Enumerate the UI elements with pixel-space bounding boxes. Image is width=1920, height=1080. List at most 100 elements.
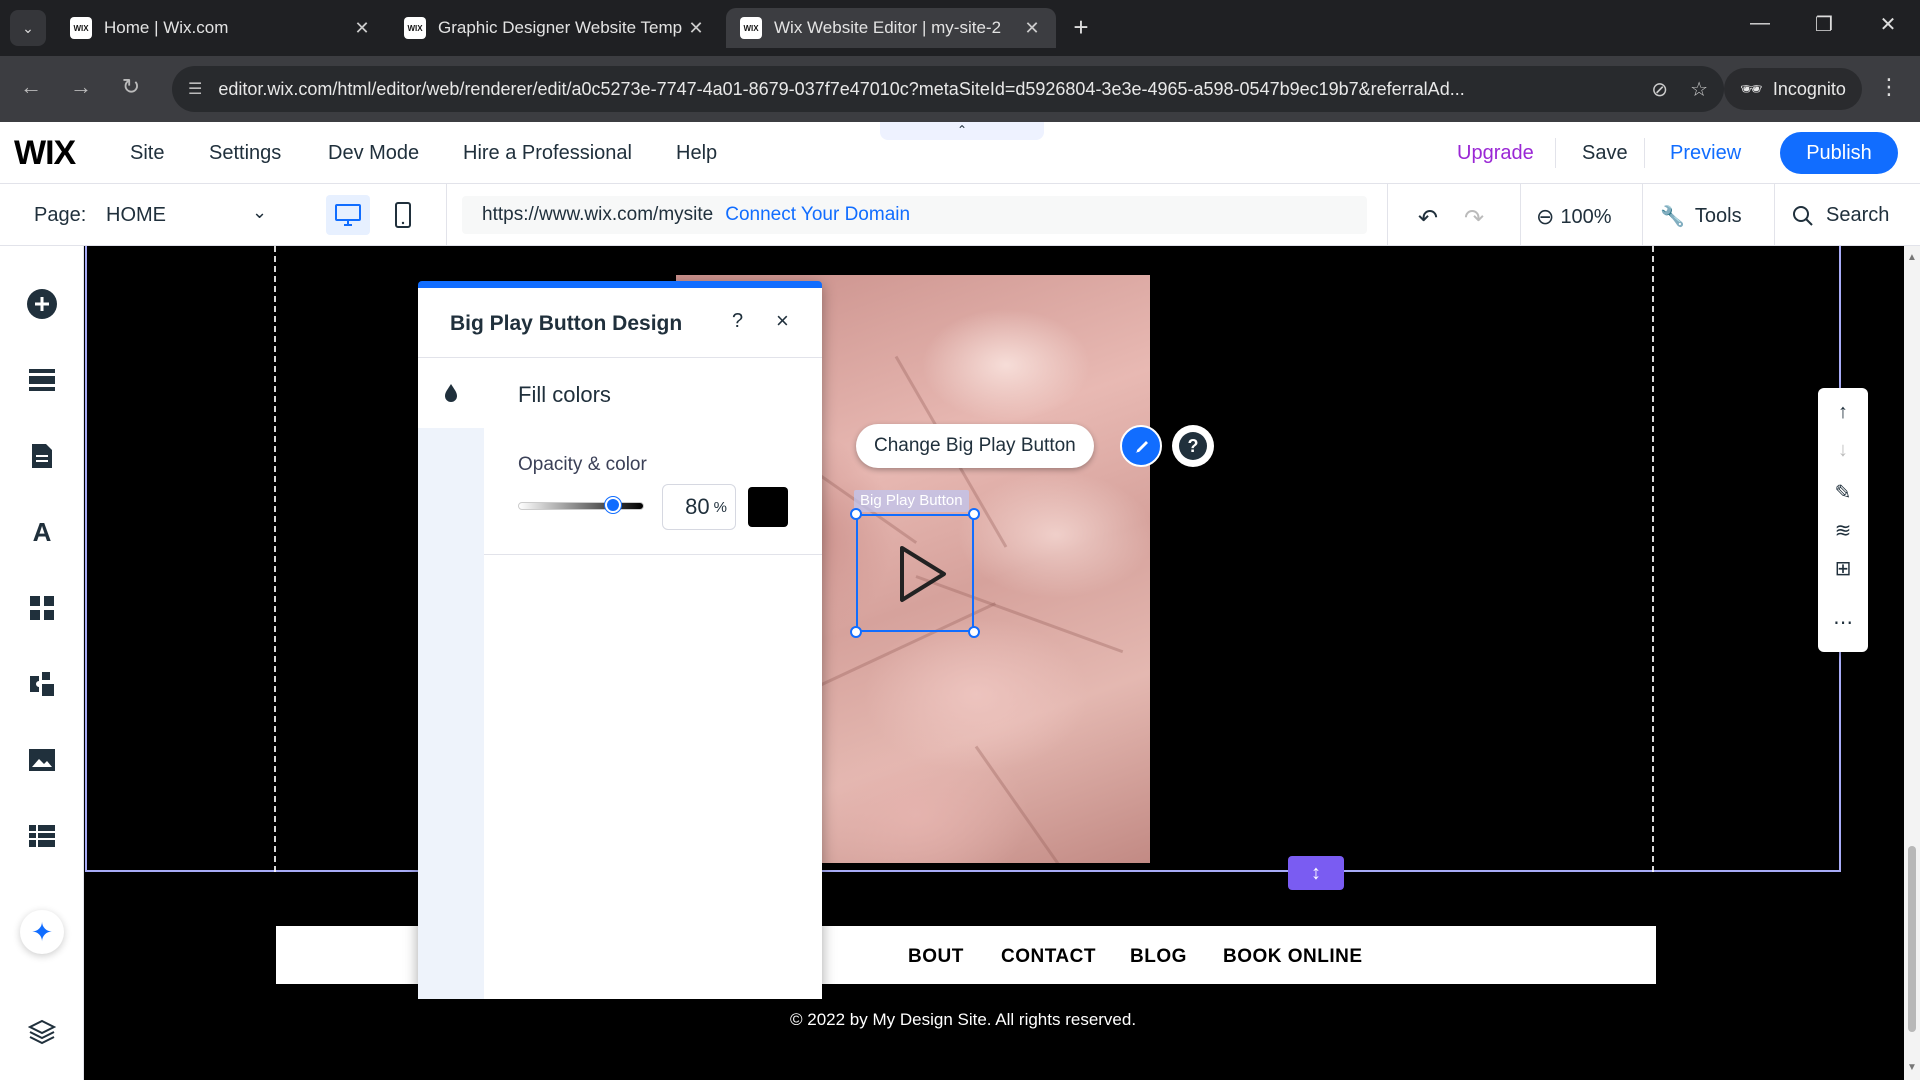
menu-link-blog[interactable]: BLOG <box>1130 946 1187 968</box>
menu-settings[interactable]: Settings <box>209 142 281 165</box>
fill-color-swatch[interactable] <box>748 487 788 527</box>
menu-link-about[interactable]: BOUT <box>908 946 964 968</box>
scroll-down-icon[interactable]: ▼ <box>1907 1062 1917 1073</box>
fill-colors-tab[interactable] <box>418 358 484 428</box>
section-resize-handle[interactable]: ↕ <box>1288 856 1344 890</box>
wrench-icon: 🔧 <box>1660 206 1685 228</box>
panel-header[interactable]: Big Play Button Design ? × <box>418 288 822 358</box>
panel-help-icon[interactable]: ? <box>732 310 743 333</box>
big-play-button[interactable] <box>850 508 980 638</box>
browser-address-bar: ← → ↻ ☰ editor.wix.com/html/editor/web/r… <box>0 56 1920 122</box>
scroll-thumb[interactable] <box>1908 846 1916 1032</box>
scroll-up-icon[interactable]: ▲ <box>1907 252 1917 263</box>
site-url-box: https://www.wix.com/mysite Connect Your … <box>462 196 1367 234</box>
menu-help[interactable]: Help <box>676 142 717 165</box>
ai-assistant-icon[interactable]: ✦ <box>20 910 64 954</box>
browser-tab-home[interactable]: WIX Home | Wix.com ✕ <box>56 8 386 48</box>
pages-icon[interactable] <box>22 436 62 476</box>
incognito-icon: 🕶 <box>1740 78 1763 99</box>
restore-icon[interactable]: ❐ <box>1804 12 1844 37</box>
publish-button[interactable]: Publish <box>1780 132 1898 174</box>
incognito-label: Incognito <box>1772 78 1846 99</box>
desktop-icon <box>335 204 361 226</box>
resize-handle-top-left[interactable] <box>850 508 862 520</box>
divider <box>1774 184 1775 246</box>
add-section-icon[interactable] <box>22 360 62 400</box>
business-tools-icon[interactable] <box>22 664 62 704</box>
resize-handle-bottom-left[interactable] <box>850 626 862 638</box>
panel-close-icon[interactable]: × <box>776 308 789 334</box>
menu-hire-professional[interactable]: Hire a Professional <box>463 142 632 165</box>
opacity-input[interactable]: 80 % <box>662 484 736 530</box>
add-elements-icon[interactable] <box>22 284 62 324</box>
new-tab-icon[interactable]: + <box>1066 12 1096 43</box>
upgrade-button[interactable]: Upgrade <box>1457 142 1534 165</box>
browser-menu-icon[interactable]: ⋮ <box>1878 74 1900 100</box>
incognito-badge[interactable]: 🕶 Incognito <box>1724 68 1862 110</box>
wix-favicon-icon: WIX <box>70 17 92 39</box>
mobile-icon <box>395 202 411 228</box>
divider <box>484 554 822 555</box>
undo-icon[interactable]: ↶ <box>1418 204 1438 233</box>
opacity-slider-handle[interactable] <box>604 497 621 513</box>
forward-icon[interactable]: → <box>66 74 96 100</box>
change-big-play-button[interactable]: Change Big Play Button <box>856 424 1094 468</box>
browser-tab-templates[interactable]: WIX Graphic Designer Website Temp ✕ <box>390 8 720 48</box>
wix-logo[interactable]: WIX <box>14 134 76 173</box>
big-play-button-design-panel: Big Play Button Design ? × Fill colors O… <box>418 281 822 999</box>
mobile-view-button[interactable] <box>381 195 425 235</box>
resize-handle-bottom-right[interactable] <box>968 626 980 638</box>
paint-brush-icon <box>1134 441 1148 453</box>
back-icon[interactable]: ← <box>16 74 46 100</box>
tracking-blocked-icon[interactable]: ⊘ <box>1651 77 1668 102</box>
minimize-icon[interactable]: — <box>1740 12 1780 35</box>
chevron-down-icon[interactable]: ⌄ <box>252 202 267 223</box>
cms-icon[interactable] <box>22 816 62 856</box>
tab-search-button[interactable]: ⌄ <box>10 10 46 46</box>
layers-stack-icon[interactable]: ≋ <box>1831 518 1855 542</box>
window-close-icon[interactable]: ✕ <box>1868 12 1908 37</box>
page-bar: Page: HOME ⌄ https://www.wix.com/mysite … <box>0 184 1920 246</box>
menu-dev-mode[interactable]: Dev Mode <box>328 142 419 165</box>
site-settings-icon[interactable]: ☰ <box>188 79 202 99</box>
editor-canvas[interactable]: Big Play Button Change Big Play Button ?… <box>84 246 1920 1080</box>
menu-site[interactable]: Site <box>130 142 164 165</box>
site-design-icon[interactable]: A <box>22 512 62 552</box>
tools-button[interactable]: 🔧 Tools <box>1660 204 1742 229</box>
canvas-scrollbar[interactable]: ▲ ▼ <box>1904 246 1920 1080</box>
search-button[interactable]: Search <box>1792 204 1889 227</box>
divider <box>1520 184 1521 246</box>
edit-pencil-icon[interactable]: ✎ <box>1831 480 1855 504</box>
preview-button[interactable]: Preview <box>1670 142 1741 165</box>
browser-tab-bar: ⌄ WIX Home | Wix.com ✕ WIX Graphic Desig… <box>0 0 1920 56</box>
tab-close-icon[interactable]: ✕ <box>1022 18 1042 39</box>
url-bar[interactable]: ☰ editor.wix.com/html/editor/web/rendere… <box>172 66 1724 112</box>
tab-close-icon[interactable]: ✕ <box>686 18 706 39</box>
layers-icon[interactable] <box>22 1012 62 1052</box>
help-button[interactable]: ? <box>1172 425 1214 467</box>
menu-link-contact[interactable]: CONTACT <box>1001 946 1096 968</box>
browser-tab-editor[interactable]: WIX Wix Website Editor | my-site-2 ✕ <box>726 8 1056 48</box>
collapse-toolbar-tab[interactable]: ⌃ <box>880 122 1044 140</box>
resize-handle-top-right[interactable] <box>968 508 980 520</box>
reload-icon[interactable]: ↻ <box>116 74 146 100</box>
tab-title: Home | Wix.com <box>104 18 229 37</box>
zoom-control[interactable]: ⊖ 100% <box>1536 204 1612 230</box>
opacity-color-label: Opacity & color <box>518 454 647 475</box>
connect-domain-link[interactable]: Connect Your Domain <box>725 204 910 226</box>
tab-close-icon[interactable]: ✕ <box>352 18 372 39</box>
opacity-slider[interactable] <box>518 502 644 510</box>
bookmark-star-icon[interactable]: ☆ <box>1690 77 1708 102</box>
desktop-view-button[interactable] <box>326 195 370 235</box>
apps-icon[interactable] <box>22 588 62 628</box>
page-selector[interactable]: HOME <box>106 204 166 227</box>
move-down-icon[interactable]: ↓ <box>1831 438 1855 462</box>
more-actions-icon[interactable]: ⋯ <box>1831 610 1855 634</box>
layout-grid-icon[interactable]: ⊞ <box>1831 556 1855 580</box>
menu-link-book-online[interactable]: BOOK ONLINE <box>1223 946 1363 968</box>
design-brush-button[interactable] <box>1120 425 1162 467</box>
save-button[interactable]: Save <box>1582 142 1628 165</box>
redo-icon[interactable]: ↷ <box>1464 204 1484 233</box>
move-up-icon[interactable]: ↑ <box>1831 400 1855 424</box>
media-icon[interactable] <box>22 740 62 780</box>
